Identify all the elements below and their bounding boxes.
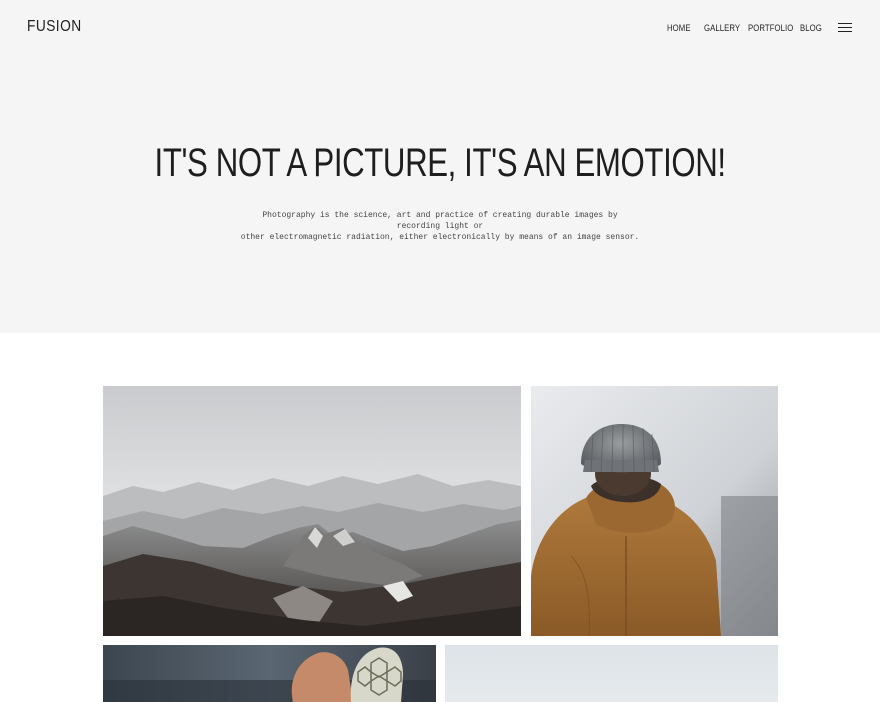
shoe-image [103,645,436,702]
gallery-photo-running-shoe[interactable] [103,645,436,702]
gallery-photo-mountains[interactable] [103,386,521,636]
hero-description: Photography is the science, art and prac… [240,210,640,243]
page-title-text: IT'S NOT A PICTURE, IT'S AN EMOTION! [154,141,726,185]
misty-image [445,645,778,702]
nav-item-home[interactable]: HOME [667,23,691,33]
gallery-photo-misty-landscape[interactable] [445,645,778,702]
hero-section: FUSION HOME GALLERY PORTFOLIO BLOG IT'S … [0,0,880,333]
mountain-image [103,386,521,636]
nav-item-gallery[interactable]: GALLERY [704,23,740,33]
nav-item-portfolio[interactable]: PORTFOLIO [748,23,793,33]
hamburger-menu-icon[interactable] [838,22,852,33]
main-nav: HOME GALLERY PORTFOLIO BLOG [0,23,880,37]
nav-item-blog[interactable]: BLOG [800,23,822,33]
gallery-photo-person-beanie[interactable] [531,386,778,636]
page-title: IT'S NOT A PICTURE, IT'S AN EMOTION! [0,141,880,186]
hero-description-line-2: other electromagnetic radiation, either … [240,233,640,242]
hero-description-line-1: Photography is the science, art and prac… [262,211,618,231]
person-image [531,386,778,636]
